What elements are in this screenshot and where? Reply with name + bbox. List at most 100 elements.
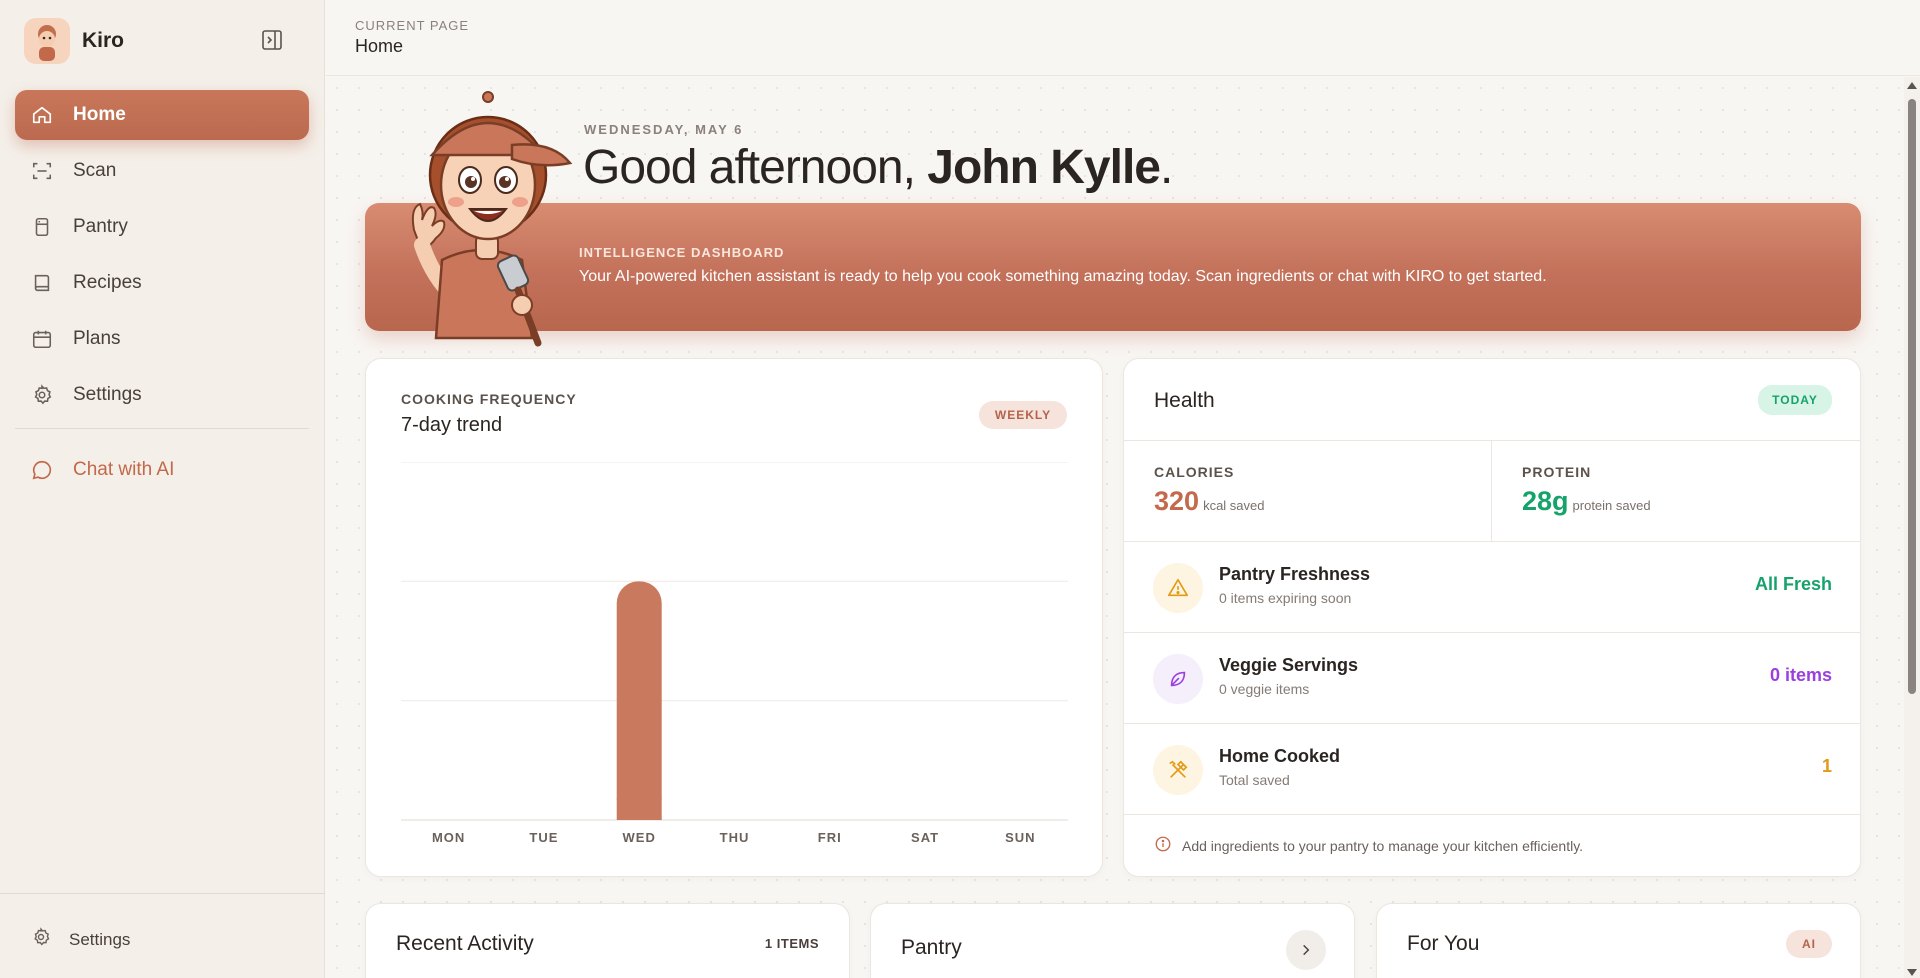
footer-settings-label: Settings <box>69 929 131 949</box>
sidebar-item-label: Home <box>73 104 126 125</box>
cooking-frequency-chart: MON TUE WED THU FRI SAT SUN <box>401 462 1068 845</box>
sidebar-item-settings[interactable]: Settings <box>15 370 309 420</box>
greeting-heading: Good afternoon, John Kylle. <box>583 140 1173 195</box>
health-note-text: Add ingredients to your pantry to manage… <box>1182 837 1584 854</box>
divider <box>1124 440 1860 441</box>
card-title: 7-day trend <box>401 414 503 436</box>
row-value: 1 <box>1821 756 1832 776</box>
metric-label: PROTEIN <box>1522 464 1592 480</box>
sidebar-item-label: Pantry <box>73 216 128 237</box>
ai-badge: AI <box>1786 930 1832 958</box>
home-icon <box>31 104 53 126</box>
weekly-badge[interactable]: WEEKLY <box>979 401 1067 429</box>
health-card: Health TODAY CALORIES 320 kcal saved PROT… <box>1123 358 1861 877</box>
sidebar-footer: Settings <box>0 893 325 978</box>
row-value: 0 items <box>1769 665 1832 685</box>
sidebar-item-recipes[interactable]: Recipes <box>15 258 309 308</box>
sidebar-item-scan[interactable]: Scan <box>15 146 309 196</box>
x-tick-label: SAT <box>911 830 939 845</box>
row-title: Pantry Freshness <box>1219 564 1371 584</box>
scrollbar[interactable] <box>1904 77 1920 978</box>
for-you-card: For You AI <box>1376 903 1861 978</box>
scroll-thumb[interactable] <box>1908 99 1916 694</box>
pantry-open-button[interactable] <box>1286 930 1326 970</box>
recent-activity-card: Recent Activity 1 ITEMS <box>365 903 850 978</box>
sidebar-divider <box>15 428 309 429</box>
chef-mascot-illustration <box>400 85 580 350</box>
row-subtitle: 0 items expiring soon <box>1219 590 1352 606</box>
scan-icon <box>31 160 53 182</box>
x-tick-label: WED <box>623 830 656 845</box>
intelligence-banner: INTELLIGENCE DASHBOARD Your AI-powered k… <box>365 203 1861 331</box>
card-title: Health <box>1154 389 1215 412</box>
calories-value: 320 <box>1154 486 1200 516</box>
brand[interactable]: Kiro <box>24 18 124 64</box>
card-title: For You <box>1407 932 1480 955</box>
footer-settings-link[interactable]: Settings <box>31 927 130 952</box>
bar-wed[interactable] <box>616 581 662 820</box>
sidebar-item-label: Scan <box>73 160 117 181</box>
x-tick-label: FRI <box>818 830 842 845</box>
row-subtitle: Total saved <box>1219 772 1290 788</box>
brand-name: Kiro <box>82 29 124 52</box>
warning-icon <box>1153 563 1203 613</box>
breadcrumb-label: CURRENT PAGE <box>355 18 470 33</box>
pantry-freshness-row[interactable]: Pantry Freshness 0 items expiring soon A… <box>1124 541 1860 632</box>
x-tick-label: THU <box>720 830 750 845</box>
metric-value: 28g protein saved <box>1522 486 1651 517</box>
greeting-prefix: Good afternoon, <box>583 141 928 194</box>
card-title: Recent Activity <box>396 932 534 955</box>
pantry-icon <box>31 216 53 238</box>
sidebar-item-plans[interactable]: Plans <box>15 314 309 364</box>
protein-value: 28g <box>1522 486 1569 516</box>
panel-toggle-icon <box>262 30 282 50</box>
sidebar-item-pantry[interactable]: Pantry <box>15 202 309 252</box>
brand-avatar <box>24 18 70 64</box>
chat-bubble-icon <box>31 459 53 481</box>
sidebar-item-chat[interactable]: Chat with AI <box>15 445 309 495</box>
row-subtitle: 0 veggie items <box>1219 681 1310 697</box>
leaf-icon <box>1153 654 1203 704</box>
sidebar-nav: Home Scan Pantry Recipes Plans Settings … <box>15 90 309 501</box>
metric-unit: protein saved <box>1572 498 1651 513</box>
greeting-suffix: . <box>1159 141 1173 194</box>
x-tick-label: TUE <box>529 830 558 845</box>
book-icon <box>31 272 53 294</box>
bar-base-wed <box>616 798 662 820</box>
metric-value: 320 kcal saved <box>1154 486 1264 517</box>
sidebar: Kiro Home Scan Pantry Recipes Plans Sett… <box>0 0 325 978</box>
items-count: 1 ITEMS <box>764 936 819 951</box>
home-cooked-row[interactable]: Home Cooked Total saved 1 <box>1124 723 1860 814</box>
info-icon <box>1154 835 1172 856</box>
sidebar-item-label: Settings <box>73 384 142 405</box>
card-label: COOKING FREQUENCY <box>401 391 577 407</box>
scroll-up-arrow-icon[interactable] <box>1907 82 1917 89</box>
page-title: Home <box>355 36 404 56</box>
divider <box>1124 814 1860 815</box>
scroll-down-arrow-icon[interactable] <box>1907 969 1917 976</box>
metric-unit: kcal saved <box>1203 498 1265 513</box>
row-title: Home Cooked <box>1219 746 1341 766</box>
today-badge: TODAY <box>1758 385 1832 415</box>
greeting-user-name: John Kylle <box>927 141 1161 194</box>
sidebar-item-home[interactable]: Home <box>15 90 309 140</box>
topbar: CURRENT PAGE Home <box>326 0 1920 76</box>
calendar-icon <box>31 328 53 350</box>
gear-icon <box>31 384 53 406</box>
x-tick-label: MON <box>432 830 465 845</box>
row-value: All Fresh <box>1754 574 1832 594</box>
sidebar-item-label: Chat with AI <box>73 459 175 480</box>
health-note: Add ingredients to your pantry to manage… <box>1154 835 1583 856</box>
banner-text: Your AI-powered kitchen assistant is rea… <box>579 268 1547 285</box>
metric-label: CALORIES <box>1154 464 1235 480</box>
card-title: Pantry <box>901 936 962 959</box>
pantry-card: Pantry <box>870 903 1355 978</box>
sidebar-collapse-button[interactable] <box>260 28 286 52</box>
banner-title: INTELLIGENCE DASHBOARD <box>579 245 785 260</box>
utensils-icon <box>1153 745 1203 795</box>
veggie-servings-row[interactable]: Veggie Servings 0 veggie items 0 items <box>1124 632 1860 723</box>
cooking-frequency-card: COOKING FREQUENCY 7-day trend WEEKLY MON… <box>365 358 1103 877</box>
row-title: Veggie Servings <box>1219 655 1359 675</box>
x-tick-label: SUN <box>1005 830 1035 845</box>
sidebar-item-label: Recipes <box>73 272 142 293</box>
